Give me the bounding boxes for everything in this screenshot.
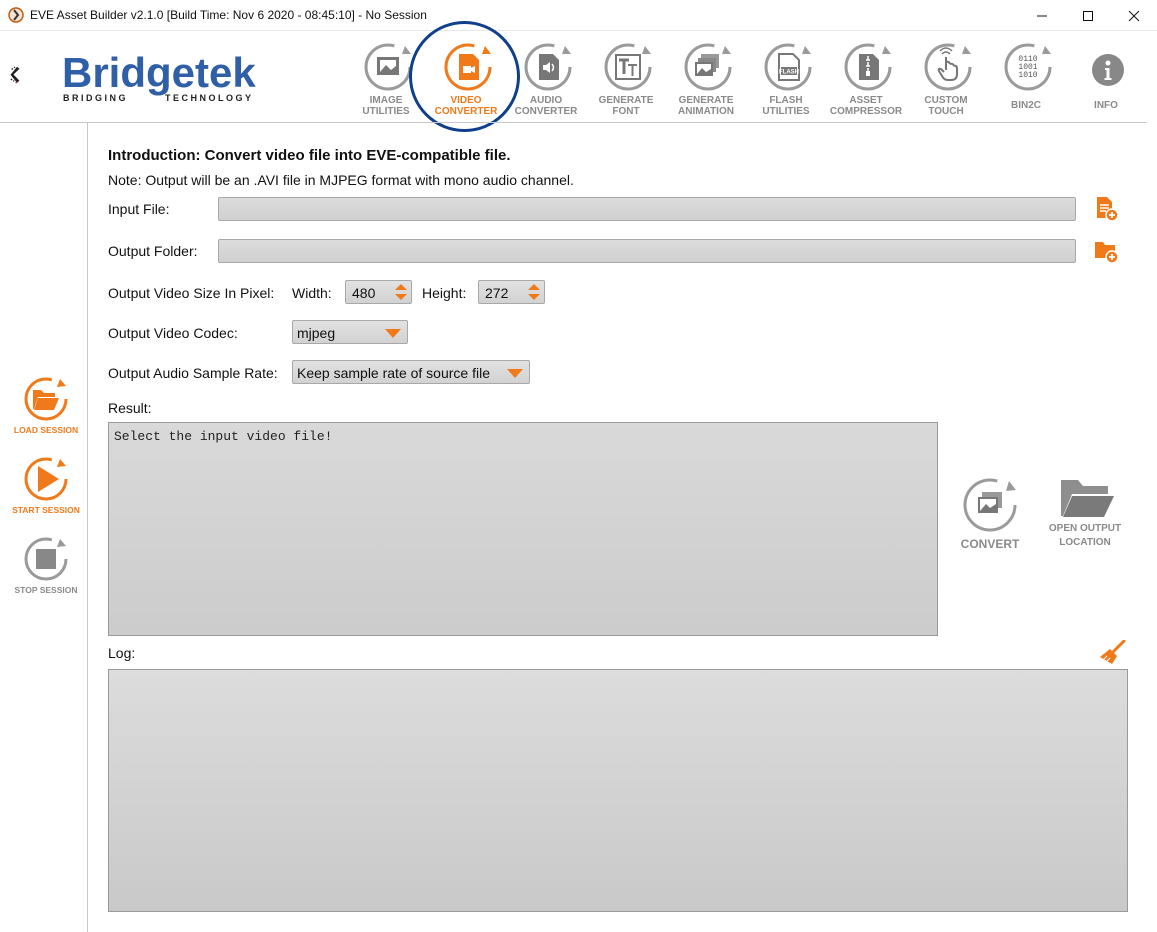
convert-icon [963,478,1017,532]
toolbar-label-line2: TOUCH [928,106,964,117]
play-icon [24,457,68,501]
speaker-icon [524,43,572,91]
info-icon [1092,54,1124,86]
add-file-icon[interactable] [1094,196,1120,222]
result-label: Result: [108,400,152,416]
maximize-button[interactable] [1065,0,1111,31]
font-icon [604,43,652,91]
zip-icon [844,43,892,91]
video-size-label: Output Video Size In Pixel: [108,285,275,301]
folder-icon [1061,480,1114,517]
toolbar-label-line2: UTILITIES [762,106,810,117]
toolbar-label-line1: INFO [1094,100,1118,111]
app-icon [8,7,24,23]
maximize-icon [1083,10,1093,21]
toolbar-label-line2: FONT [612,106,640,117]
sidebar [0,123,88,932]
toolbar-generate-font[interactable]: GENERATE FONT [588,40,664,120]
minimize-icon [1037,15,1047,16]
output-folder-label: Output Folder: [108,243,198,259]
image-icon [364,43,412,91]
toolbar-bin2c[interactable]: 0110 1001 1010 BIN2C [988,40,1064,120]
log-label: Log: [108,645,136,661]
close-icon [1128,10,1140,21]
result-text: Select the input video file! [114,429,333,444]
toolbar-label-line1: FLASH [769,95,803,106]
log-textbox[interactable] [108,669,1128,912]
height-spinbox[interactable]: 272 [478,280,545,304]
add-folder-icon[interactable] [1094,238,1120,264]
sample-rate-label: Output Audio Sample Rate: [108,365,278,381]
toolbar-label-line1: ASSET [849,95,883,106]
stop-session-label: STOP SESSION [14,585,78,595]
intro-note: Note: Output will be an .AVI file in MJP… [108,172,574,188]
spin-arrows-icon[interactable] [394,283,408,301]
output-folder-field[interactable] [218,239,1076,263]
flash-icon: FLASH [764,43,812,91]
logo-tagline-right: TECHNOLOGY [165,93,254,103]
load-session-label: LOAD SESSION [13,425,79,435]
bridgetek-logo-icon [10,66,20,84]
toolbar-asset-compressor[interactable]: ASSET COMPRESSOR [828,40,904,120]
chevron-down-icon [385,329,401,338]
intro-heading: Introduction: Convert video file into EV… [108,147,511,164]
toolbar-label-line1: BIN2C [1010,100,1041,111]
chevron-down-icon [507,369,523,378]
toolbar-label-line2: CONVERTER [514,106,578,117]
flash-glyph-text: FLASH [779,70,799,76]
height-value: 272 [485,285,509,301]
window-title: EVE Asset Builder v2.1.0 [Build Time: No… [30,8,427,22]
start-session-label: START SESSION [12,505,80,515]
width-spinbox[interactable]: 480 [345,280,412,304]
input-file-label: Input File: [108,201,170,217]
sample-rate-select[interactable]: Keep sample rate of source file [292,360,530,384]
width-label: Width: [292,285,332,301]
toolbar-label-line1: GENERATE [678,95,734,106]
spin-arrows-icon[interactable] [527,283,541,301]
animation-icon [684,43,732,91]
close-button[interactable] [1111,0,1157,31]
stop-icon [24,537,68,581]
toolbar-custom-touch[interactable]: CUSTOM TOUCH [908,40,984,120]
logo-wordmark: Bridgetek [62,49,256,96]
toolbar-info[interactable]: INFO [1068,40,1144,120]
minimize-button[interactable] [1019,0,1065,31]
header-divider [0,122,1147,123]
title-bar: EVE Asset Builder v2.1.0 [Build Time: No… [0,0,1157,31]
open-output-label-line1: OPEN OUTPUT [1048,523,1122,534]
sample-rate-value: Keep sample rate of source file [297,365,490,381]
height-label: Height: [422,285,467,301]
convert-label: CONVERT [960,537,1020,551]
input-file-field[interactable] [218,197,1076,221]
toolbar-label-line1: CUSTOM [924,95,968,106]
toolbar-label-line1: AUDIO [529,95,563,106]
toolbar-label-line2: COMPRESSOR [829,106,903,117]
toolbar-label-line2: ANIMATION [678,106,734,117]
codec-label: Output Video Codec: [108,325,238,341]
toolbar-flash-utilities[interactable]: FLASH FLASH UTILITIES [748,40,824,120]
folder-open-icon [24,377,68,421]
bin2c-glyph-line: 1010 [1018,71,1037,80]
codec-value: mjpeg [297,325,336,341]
width-value: 480 [352,285,376,301]
logo-tagline-left: BRIDGING [63,93,128,103]
touch-icon [924,43,972,91]
open-output-location-button[interactable]: OPEN OUTPUT LOCATION [1040,476,1130,556]
binary-icon: 0110 1001 1010 [1004,43,1052,91]
toolbar-label-line1: GENERATE [598,95,654,106]
codec-select[interactable]: mjpeg [292,320,408,344]
result-textbox[interactable]: Select the input video file! [108,422,938,636]
toolbar-audio-converter[interactable]: AUDIO CONVERTER [508,40,584,120]
toolbar-generate-animation[interactable]: GENERATE ANIMATION [668,40,744,120]
convert-button[interactable]: CONVERT [950,475,1030,555]
broom-icon[interactable] [1098,640,1126,666]
open-output-label-line2: LOCATION [1059,537,1111,548]
